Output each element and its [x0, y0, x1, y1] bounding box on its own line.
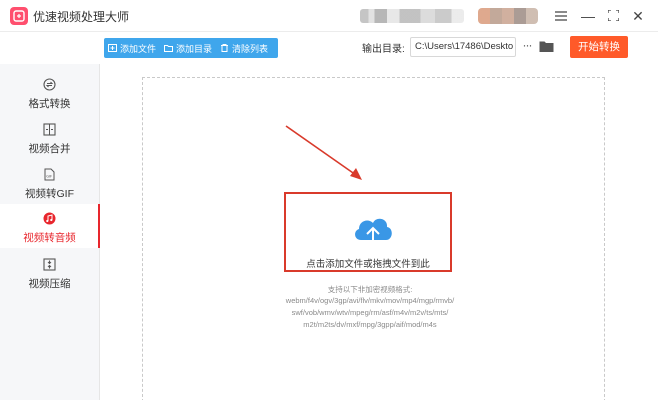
supported-formats-line: webm/f4v/ogv/3gp/avi/flv/mkv/mov/mp4/mgp…	[285, 296, 455, 305]
cloud-upload-icon[interactable]	[351, 210, 395, 250]
supported-formats-title: 支持以下非加密视频格式:	[327, 285, 413, 294]
supported-formats-line: swf/vob/wmv/wtv/mpeg/rm/asf/m4v/m2v/ts/m…	[291, 308, 449, 317]
drop-hint-text[interactable]: 点击添加文件或拖拽文件到此	[284, 256, 452, 270]
supported-formats-line: m2t/m2ts/dv/mxf/mpg/3gpp/aif/mod/m4s	[303, 320, 437, 329]
